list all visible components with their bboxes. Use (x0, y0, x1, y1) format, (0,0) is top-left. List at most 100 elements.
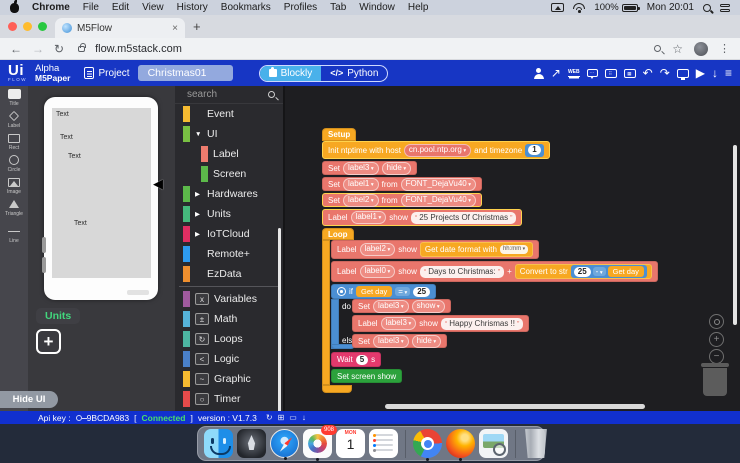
block-set-label3-hide2[interactable]: Set label3 hide (352, 334, 447, 348)
folder-icon[interactable]: ▭ (289, 413, 297, 422)
menu-history[interactable]: History (177, 2, 208, 13)
tool-image[interactable]: Image (7, 177, 21, 195)
spotlight-icon[interactable] (703, 4, 711, 12)
export-icon[interactable]: ↗ (551, 67, 561, 79)
visibility-dropdown[interactable]: show (412, 300, 445, 313)
screen-mirroring-icon[interactable] (551, 3, 564, 12)
undo-icon[interactable]: ↶ (643, 67, 653, 79)
tool-triangle[interactable]: Triangle (5, 199, 23, 217)
number-input[interactable]: 5 (356, 355, 368, 365)
block-label0-show-days[interactable]: Label label0 show Days to Christmas: + C… (331, 261, 658, 282)
menu-file[interactable]: File (83, 2, 99, 13)
visibility-dropdown[interactable]: hide (412, 335, 441, 348)
launchpad-icon[interactable] (237, 429, 266, 458)
get-day-block[interactable]: Get day (356, 286, 392, 297)
palette-cat-units[interactable]: ▶Units (175, 204, 283, 224)
block-setup[interactable]: Setup (322, 128, 356, 141)
device-keyboard-icon[interactable]: ⠿ (605, 69, 617, 78)
project-button[interactable]: Project (84, 67, 129, 79)
calendar-icon[interactable]: MON 1 (336, 429, 365, 458)
new-tab-button[interactable]: + (193, 19, 201, 34)
label-dropdown[interactable]: label2 (343, 194, 379, 207)
tool-circle[interactable]: Circle (8, 155, 21, 173)
hide-ui-button[interactable]: Hide UI (0, 391, 58, 408)
window-maximize-button[interactable] (38, 22, 47, 31)
workspace-vertical-scrollbar[interactable] (733, 145, 737, 325)
label-dropdown[interactable]: label1 (343, 178, 379, 191)
string-input[interactable]: Happy Chrismas !! (441, 318, 523, 330)
menu-help[interactable]: Help (408, 2, 429, 13)
palette-cat-remote[interactable]: Remote+ (175, 244, 283, 264)
number-input[interactable]: 25 (574, 267, 591, 277)
menu-bookmarks[interactable]: Bookmarks (221, 2, 271, 13)
string-input[interactable]: Days to Christmas: (420, 266, 504, 278)
lock-icon[interactable] (78, 46, 85, 52)
photos-icon[interactable]: 908 (303, 429, 332, 458)
label-dropdown[interactable]: label2 (360, 243, 396, 256)
forward-button[interactable]: → (32, 42, 44, 56)
block-label2-show-date[interactable]: Label label2 show Get date format with h… (331, 240, 539, 259)
menu-edit[interactable]: Edit (112, 2, 129, 13)
palette-cat-variables[interactable]: xVariables (175, 289, 283, 309)
label-dropdown[interactable]: label0 (360, 265, 396, 278)
menu-view[interactable]: View (142, 2, 164, 13)
monitor-icon[interactable] (677, 69, 689, 78)
run-icon[interactable]: ▶ (696, 67, 705, 79)
python-toggle[interactable]: </> Python (321, 66, 387, 81)
operator-dropdown[interactable]: - (593, 267, 606, 276)
reminders-icon[interactable] (369, 429, 398, 458)
palette-cat-ui-label[interactable]: Label (175, 144, 283, 164)
label-dropdown[interactable]: label3 (373, 300, 409, 313)
palette-cat-ezdata[interactable]: EzData (175, 264, 283, 284)
palette-cat-timer[interactable]: ○Timer (175, 389, 283, 409)
blockly-workspace[interactable]: Setup Init ntptime with host cn.pool.ntp… (285, 86, 740, 411)
add-unit-button[interactable]: + (36, 329, 61, 354)
preview-app-icon[interactable] (479, 429, 508, 458)
comment-icon[interactable]: ⋯ (587, 69, 598, 77)
subtract-block[interactable]: 25 - Get day (571, 265, 647, 278)
menu-window[interactable]: Window (359, 2, 395, 13)
menu-tab[interactable]: Tab (330, 2, 346, 13)
chrome-icon[interactable] (413, 429, 442, 458)
palette-cat-ui-screen[interactable]: Screen (175, 164, 283, 184)
palette-cat-ui[interactable]: ▼UI (175, 124, 283, 144)
trash-icon[interactable] (700, 366, 730, 402)
zoom-page-icon[interactable] (654, 45, 661, 52)
browser-menu-icon[interactable]: ⋮ (719, 42, 730, 55)
tool-rect[interactable]: Rect (8, 133, 21, 151)
font-dropdown[interactable]: FONT_DejaVu40 (401, 178, 476, 191)
window-minimize-button[interactable] (23, 22, 32, 31)
mutator-gear-icon[interactable] (337, 287, 346, 296)
date-format-dropdown[interactable]: hh:mm (500, 245, 528, 254)
control-center-icon[interactable] (720, 4, 730, 12)
tool-label[interactable]: Label (8, 111, 21, 129)
font-dropdown[interactable]: FONT_DejaVu40 (401, 194, 476, 207)
preview-label3[interactable]: Text (74, 220, 87, 227)
download-icon[interactable]: ↓ (712, 67, 718, 79)
workspace-horizontal-scrollbar[interactable] (385, 404, 645, 409)
block-set-label1-font[interactable]: Set label1 from FONT_DejaVu40 (322, 177, 482, 191)
label-dropdown[interactable]: label3 (381, 317, 417, 330)
palette-cat-loops[interactable]: ↻Loops (175, 329, 283, 349)
device-screen-icon[interactable]: ▦ (624, 69, 636, 78)
palette-cat-graphic[interactable]: ~Graphic (175, 369, 283, 389)
tool-title[interactable]: Title (8, 89, 21, 107)
palette-cat-hardwares[interactable]: ▶Hardwares (175, 184, 283, 204)
reload-button[interactable]: ↻ (54, 42, 64, 56)
get-day-block[interactable]: Get day (608, 266, 644, 277)
preview-label2[interactable]: Text (68, 153, 81, 160)
back-button[interactable]: ← (10, 42, 22, 56)
units-button[interactable]: Units (36, 308, 80, 324)
host-dropdown[interactable]: cn.pool.ntp.org (404, 144, 471, 157)
palette-cat-event[interactable]: Event (175, 104, 283, 124)
palette-cat-iotcloud[interactable]: ▶IoTCloud (175, 224, 283, 244)
label-dropdown[interactable]: label3 (343, 162, 379, 175)
string-input[interactable]: 25 Projects Of Christmas (411, 212, 516, 224)
finder-icon[interactable] (204, 429, 233, 458)
visibility-dropdown[interactable]: hide (382, 162, 411, 175)
palette-cat-math[interactable]: ±Math (175, 309, 283, 329)
zoom-center-button[interactable] (709, 314, 724, 329)
web-ide-icon[interactable]: WEB (568, 70, 580, 77)
wifi-icon[interactable] (573, 3, 585, 12)
tab-close-icon[interactable]: × (172, 23, 178, 34)
